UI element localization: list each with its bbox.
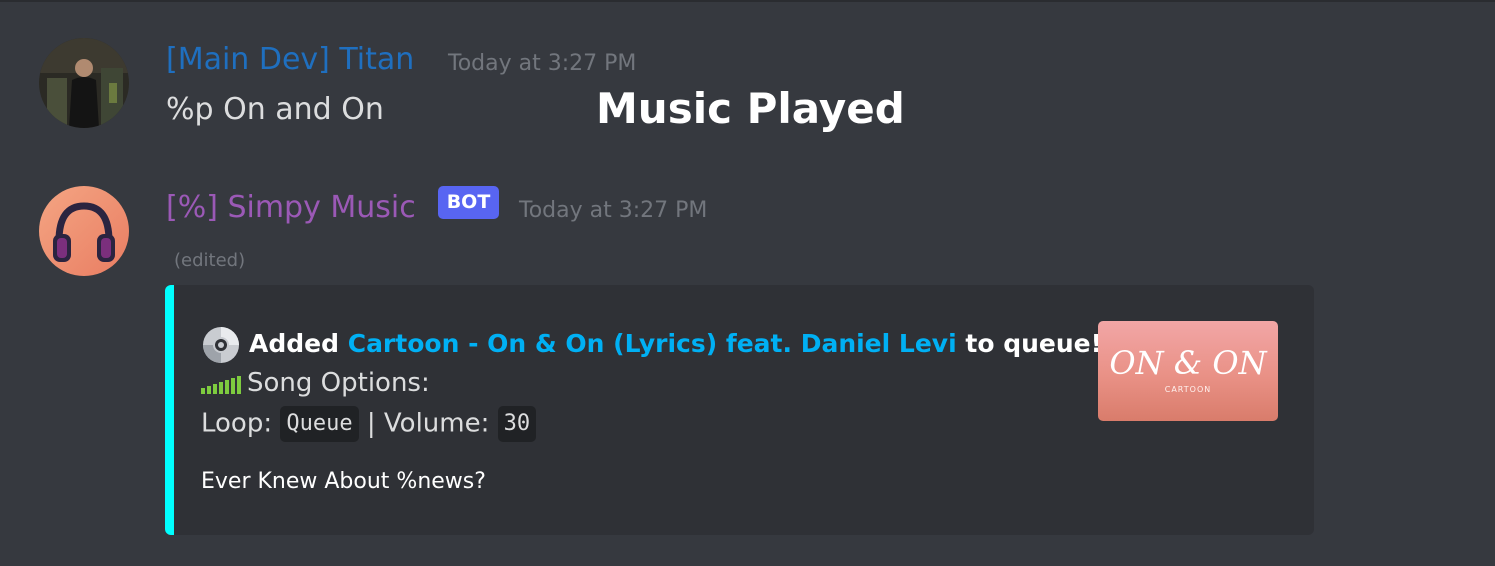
loop-value: Queue: [280, 406, 359, 442]
username[interactable]: [Main Dev] Titan: [166, 42, 414, 78]
song-options-label: Song Options:: [247, 368, 430, 398]
thumbnail-subtitle: CARTOON: [1164, 385, 1212, 394]
bot-username[interactable]: [%] Simpy Music: [166, 190, 416, 226]
bot-avatar-headphones-icon[interactable]: [39, 186, 129, 276]
message-timestamp: Today at 3:27 PM: [448, 51, 637, 76]
volume-value: 30: [497, 406, 537, 442]
message-content: %p On and On: [166, 92, 384, 127]
overlay-title: Music Played: [596, 84, 905, 133]
user-avatar[interactable]: [39, 38, 129, 128]
cd-icon: [201, 325, 241, 365]
loop-volume-line: Loop: Queue | Volume: 30: [201, 406, 537, 442]
music-embed: Added Cartoon - On & On (Lyrics) feat. D…: [165, 285, 1314, 535]
embed-accent-bar: [165, 285, 174, 535]
embed-added-line: Added Cartoon - On & On (Lyrics) feat. D…: [201, 325, 1102, 365]
song-thumbnail[interactable]: ON & ON CARTOON: [1098, 321, 1278, 421]
loop-label: Loop:: [201, 408, 273, 439]
volume-label: Volume:: [383, 408, 490, 439]
separator: |: [366, 408, 376, 439]
embed-footer: Ever Knew About %news?: [201, 469, 486, 494]
thumbnail-title: ON & ON: [1109, 344, 1267, 382]
bot-badge: BOT: [438, 186, 499, 219]
added-suffix: to queue!: [965, 329, 1103, 358]
added-prefix: Added: [249, 329, 339, 358]
equalizer-icon: [201, 374, 241, 394]
song-options-line: Song Options:: [201, 366, 430, 400]
message-timestamp: Today at 3:27 PM: [519, 198, 708, 223]
edited-tag: (edited): [174, 250, 246, 271]
song-title-link[interactable]: Cartoon - On & On (Lyrics) feat. Daniel …: [348, 329, 957, 358]
